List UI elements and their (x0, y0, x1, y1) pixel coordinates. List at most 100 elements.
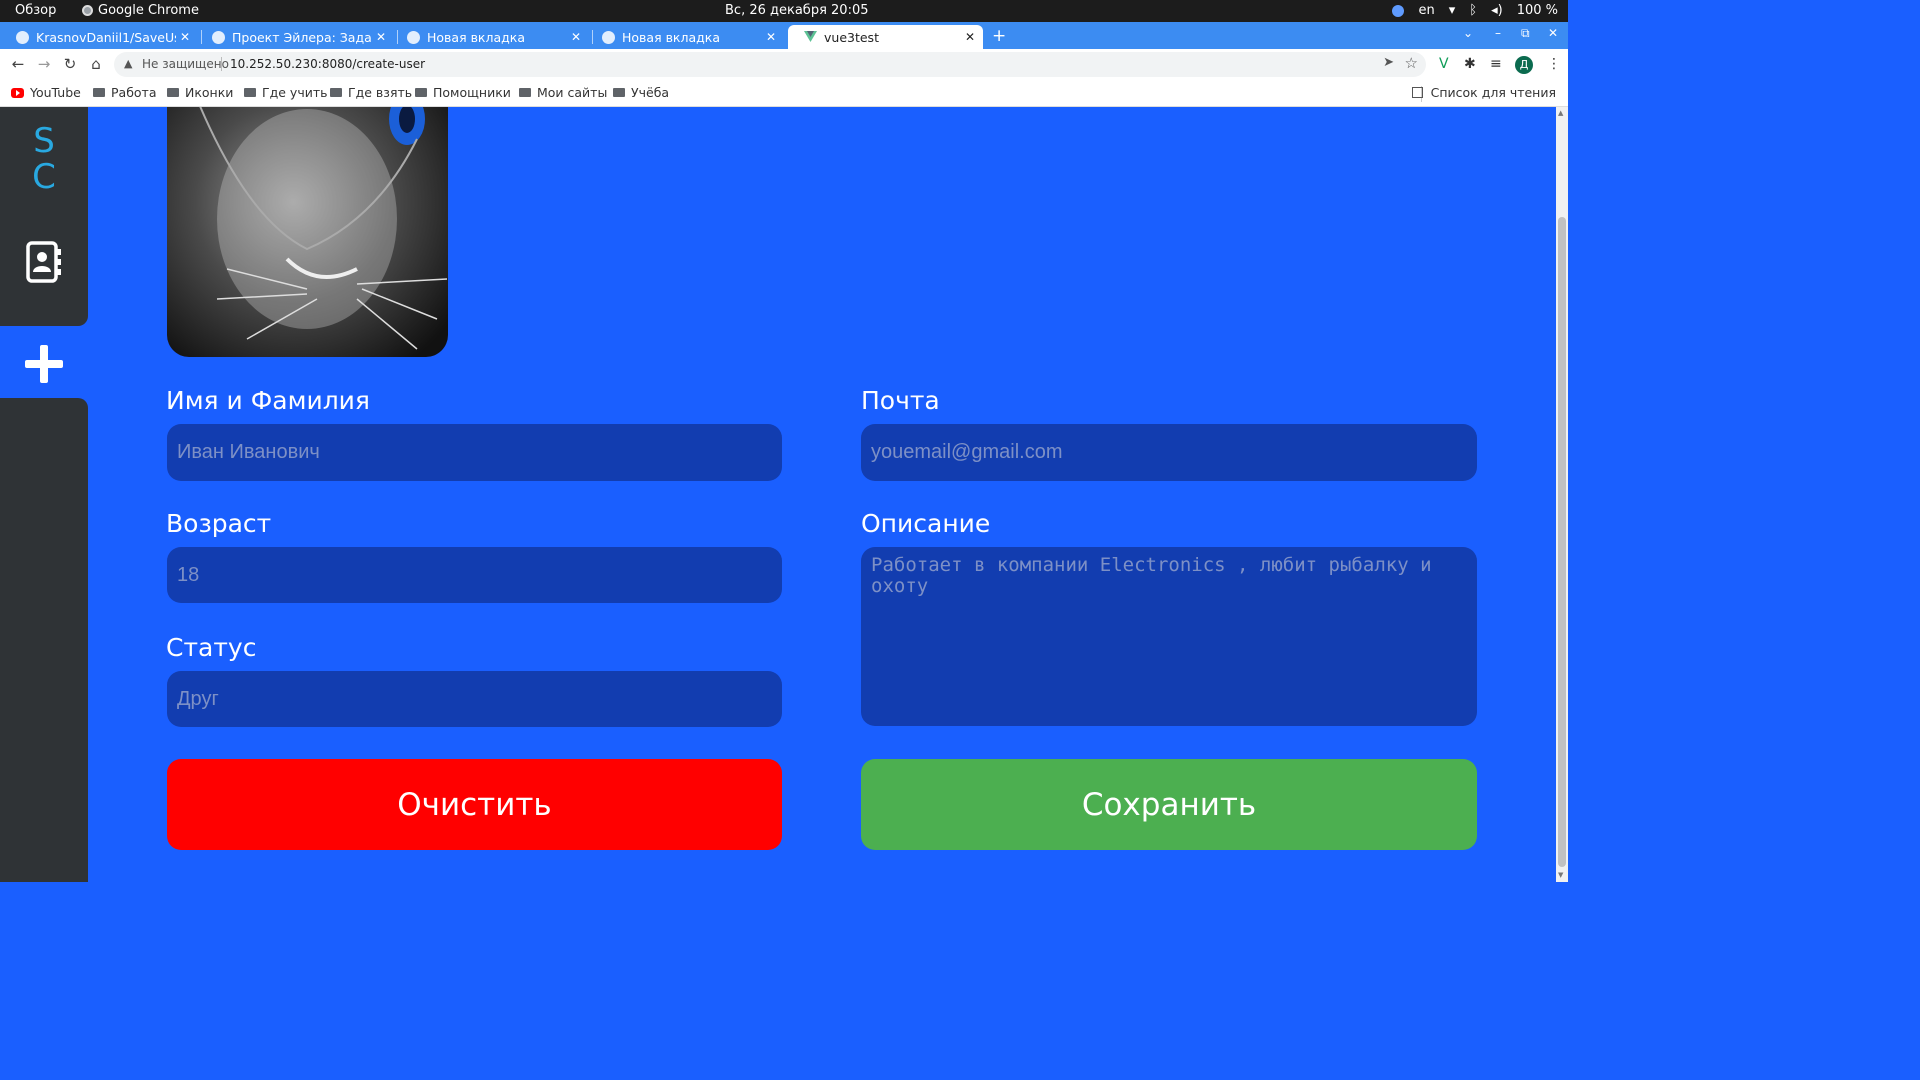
sidebar-top-panel: S C (0, 107, 88, 326)
vue-devtools-icon[interactable]: V (1439, 56, 1449, 72)
project-euler-icon (212, 30, 225, 44)
tab-project-euler[interactable]: Проект Эйлера: Задача 4 ✕ (196, 25, 394, 49)
status-label: Статус (166, 633, 257, 662)
clock[interactable]: Вс, 26 декабря 20:05 (725, 3, 869, 18)
bluetooth-icon[interactable]: ᛒ (1469, 3, 1477, 18)
tab-title: vue3test (824, 29, 879, 45)
bookmark-label: Где учить (262, 85, 328, 100)
menu-dots-icon[interactable]: ⋮ (1547, 56, 1561, 72)
bookmark-label: Учёба (631, 85, 670, 100)
forward-icon[interactable]: → (34, 54, 54, 74)
tab-title: KrasnovDaniil1/SaveUser (36, 29, 176, 45)
minimize-icon[interactable]: – (1495, 26, 1501, 40)
activities-button[interactable]: Обзор (15, 3, 56, 18)
close-tab-icon[interactable]: ✕ (762, 30, 780, 44)
user-avatar-image[interactable] (167, 107, 448, 357)
app-name: Google Chrome (98, 3, 199, 18)
bookmarks-bar: YouTube Работа Иконки Где учить Где взят… (0, 81, 1568, 107)
wifi-icon[interactable]: ▾ (1449, 3, 1456, 18)
status-input[interactable] (167, 671, 782, 727)
close-window-icon[interactable]: ✕ (1548, 26, 1558, 40)
chrome-icon (407, 30, 420, 44)
tab-search-icon[interactable]: ⌄ (1463, 26, 1473, 40)
folder-icon (613, 88, 625, 97)
chrome-icon (82, 5, 93, 16)
bookmark-label: Где взять (348, 85, 413, 100)
send-tab-icon[interactable]: ➤ (1383, 55, 1394, 70)
clear-button[interactable]: Очистить (167, 759, 782, 850)
bookmark-folder-my-sites[interactable]: Мои сайты (519, 85, 607, 100)
address-bar[interactable]: ▲ Не защищено 10.252.50.230:8080/create-… (114, 52, 1426, 77)
security-label[interactable]: Не защищено (142, 57, 229, 71)
close-tab-icon[interactable]: ✕ (961, 30, 979, 44)
omnibox-divider (221, 57, 222, 71)
tab-vue3test[interactable]: vue3test ✕ (788, 25, 983, 49)
bookmark-folder-icons[interactable]: Иконки (167, 85, 233, 100)
close-tab-icon[interactable]: ✕ (176, 30, 194, 44)
bookmark-star-icon[interactable]: ☆ (1405, 54, 1418, 72)
battery-status[interactable]: 100 % (1517, 3, 1558, 18)
warning-icon[interactable]: ▲ (124, 57, 132, 70)
scroll-up-icon[interactable]: ▲ (1558, 109, 1563, 117)
add-user-icon[interactable] (25, 345, 63, 383)
folder-icon (93, 88, 105, 97)
scrollbar-thumb[interactable] (1558, 217, 1566, 867)
tab-title: Новая вкладка (622, 29, 720, 45)
bookmark-label: Иконки (185, 85, 234, 100)
email-input[interactable] (861, 424, 1477, 481)
bookmark-folder-work[interactable]: Работа (93, 85, 157, 100)
bookmark-folder-where-to-learn[interactable]: Где учить (244, 85, 328, 100)
reading-list-button[interactable]: Список для чтения (1411, 85, 1556, 100)
tab-strip: KrasnovDaniil1/SaveUser ✕ Проект Эйлера:… (0, 22, 1568, 49)
save-button[interactable]: Сохранить (861, 759, 1477, 850)
vue-icon (804, 30, 817, 44)
scroll-down-icon[interactable]: ▼ (1558, 871, 1563, 879)
app-logo[interactable]: S C (32, 123, 56, 195)
app-menu[interactable]: Google Chrome (82, 3, 199, 18)
extensions-icon[interactable]: ✱ (1464, 56, 1476, 72)
folder-icon (519, 88, 531, 97)
restore-icon[interactable]: ⧉ (1521, 26, 1530, 41)
page-scrollbar[interactable]: ▲ ▼ (1556, 107, 1568, 882)
close-tab-icon[interactable]: ✕ (372, 30, 390, 44)
folder-icon (330, 88, 342, 97)
sidebar: S C (0, 107, 88, 882)
age-label: Возраст (166, 509, 272, 538)
bookmark-label: Мои сайты (537, 85, 608, 100)
description-textarea[interactable] (861, 547, 1477, 726)
url-text[interactable]: 10.252.50.230:8080/create-user (230, 57, 425, 71)
youtube-icon (11, 87, 24, 98)
network-status-icon[interactable] (1392, 4, 1405, 17)
tab-new-tab-2[interactable]: Новая вкладка ✕ (586, 25, 784, 49)
tab-saveuser[interactable]: KrasnovDaniil1/SaveUser ✕ (0, 25, 198, 49)
bookmark-folder-helpers[interactable]: Помощники (415, 85, 511, 100)
bookmark-youtube[interactable]: YouTube (11, 85, 81, 100)
keyboard-layout[interactable]: en (1418, 3, 1434, 18)
bookmark-folder-study[interactable]: Учёба (613, 85, 669, 100)
volume-icon[interactable]: ◂) (1491, 3, 1503, 18)
bookmark-label: YouTube (30, 85, 81, 100)
name-input[interactable] (167, 424, 782, 481)
tab-new-tab-1[interactable]: Новая вкладка ✕ (391, 25, 589, 49)
home-icon[interactable]: ⌂ (86, 54, 106, 74)
folder-icon (244, 88, 256, 97)
bookmark-label: Помощники (433, 85, 511, 100)
bookmark-folder-where-to-get[interactable]: Где взять (330, 85, 412, 100)
contacts-book-icon[interactable] (26, 241, 62, 283)
media-control-icon[interactable]: ≡ (1490, 56, 1502, 72)
logo-letter-s: S (33, 121, 55, 161)
new-tab-button[interactable]: + (992, 26, 1006, 46)
github-icon (16, 30, 29, 44)
profile-avatar[interactable]: Д (1515, 56, 1533, 74)
page-content: S C Имя и Фамилия Иван Иванович Почта yo… (0, 107, 1568, 882)
reading-list-label: Список для чтения (1430, 85, 1556, 100)
back-icon[interactable]: ← (8, 54, 28, 74)
email-label: Почта (861, 386, 940, 415)
name-label: Имя и Фамилия (166, 386, 370, 415)
description-label: Описание (861, 509, 991, 538)
logo-letter-c: C (32, 157, 56, 197)
age-input[interactable] (167, 547, 782, 603)
system-tray[interactable]: en ▾ ᛒ ◂) 100 % (1392, 3, 1558, 18)
close-tab-icon[interactable]: ✕ (567, 30, 585, 44)
reload-icon[interactable]: ↻ (60, 54, 80, 74)
